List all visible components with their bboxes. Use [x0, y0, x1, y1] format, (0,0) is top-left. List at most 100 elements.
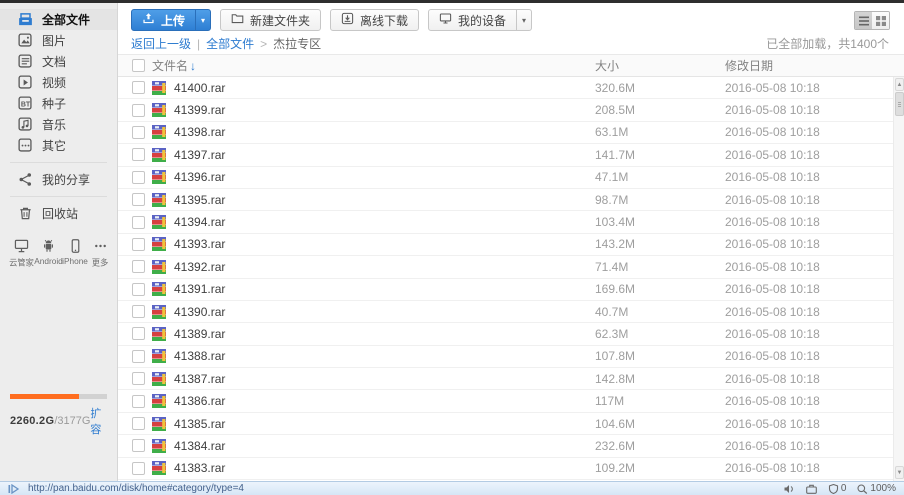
- expand-storage-link[interactable]: 扩容: [90, 405, 107, 437]
- table-row[interactable]: 41397.rar 141.7M 2016-05-08 10:18: [118, 144, 904, 166]
- my-devices-button[interactable]: 我的设备 ▾: [428, 9, 532, 31]
- row-checkbox[interactable]: [132, 81, 145, 94]
- other-icon: [17, 138, 33, 154]
- table-row[interactable]: 41394.rar 103.4M 2016-05-08 10:18: [118, 211, 904, 233]
- breadcrumb-back-link[interactable]: 返回上一级: [131, 35, 191, 52]
- table-row[interactable]: 41398.rar 63.1M 2016-05-08 10:18: [118, 122, 904, 144]
- table-row[interactable]: 41396.rar 47.1M 2016-05-08 10:18: [118, 167, 904, 189]
- download-box-button[interactable]: [806, 484, 817, 494]
- toolbar: 上传 ▾ 新建文件夹 离线下载: [118, 3, 904, 33]
- row-checkbox[interactable]: [132, 104, 145, 117]
- table-row[interactable]: 41385.rar 104.6M 2016-05-08 10:18: [118, 413, 904, 435]
- row-checkbox[interactable]: [132, 462, 145, 475]
- offline-download-button[interactable]: 离线下载: [330, 9, 419, 31]
- file-date: 2016-05-08 10:18: [725, 305, 820, 319]
- my-devices-dropdown-caret[interactable]: ▾: [516, 10, 531, 30]
- sound-button[interactable]: [784, 484, 795, 494]
- row-checkbox[interactable]: [132, 260, 145, 273]
- sidebar-item-other[interactable]: 其它: [0, 135, 117, 156]
- sidebar-item-recycle-bin[interactable]: 回收站: [0, 203, 117, 224]
- file-name-link[interactable]: 41383.rar: [174, 461, 225, 475]
- sidebar-item-documents[interactable]: 文档: [0, 51, 117, 72]
- table-row[interactable]: 41389.rar 62.3M 2016-05-08 10:18: [118, 323, 904, 345]
- file-name-link[interactable]: 41396.rar: [174, 170, 225, 184]
- list-view-button[interactable]: [855, 12, 872, 29]
- row-checkbox[interactable]: [132, 327, 145, 340]
- device-link-cloud-manager[interactable]: 云管家: [8, 238, 35, 269]
- file-name-link[interactable]: 41389.rar: [174, 327, 225, 341]
- column-header-name[interactable]: 文件名: [152, 57, 188, 74]
- table-row[interactable]: 41392.rar 71.4M 2016-05-08 10:18: [118, 256, 904, 278]
- row-checkbox[interactable]: [132, 171, 145, 184]
- table-row[interactable]: 41387.rar 142.8M 2016-05-08 10:18: [118, 368, 904, 390]
- scrollbar-thumb[interactable]: [895, 92, 904, 116]
- scroll-up-button[interactable]: ▲: [895, 78, 904, 91]
- sidebar-item-bt-seeds[interactable]: BT 种子: [0, 93, 117, 114]
- scroll-down-button[interactable]: ▼: [895, 466, 904, 479]
- shield-blocked-button[interactable]: 0: [828, 483, 847, 494]
- sidebar-item-images[interactable]: 图片: [0, 30, 117, 51]
- main-panel: 上传 ▾ 新建文件夹 离线下载: [118, 3, 904, 481]
- select-all-checkbox[interactable]: [132, 59, 145, 72]
- table-row[interactable]: 41399.rar 208.5M 2016-05-08 10:18: [118, 99, 904, 121]
- row-checkbox[interactable]: [132, 193, 145, 206]
- file-name-link[interactable]: 41399.rar: [174, 103, 225, 117]
- file-name-link[interactable]: 41388.rar: [174, 349, 225, 363]
- file-name-link[interactable]: 41384.rar: [174, 439, 225, 453]
- zoom-control[interactable]: 100%: [857, 483, 896, 494]
- grid-view-button[interactable]: [872, 12, 889, 29]
- table-row[interactable]: 41386.rar 117M 2016-05-08 10:18: [118, 390, 904, 412]
- row-checkbox[interactable]: [132, 372, 145, 385]
- row-checkbox[interactable]: [132, 350, 145, 363]
- sidebar-item-share[interactable]: 我的分享: [0, 169, 117, 190]
- row-checkbox[interactable]: [132, 126, 145, 139]
- file-name-link[interactable]: 41397.rar: [174, 148, 225, 162]
- rar-file-icon: [151, 304, 167, 320]
- file-name-link[interactable]: 41390.rar: [174, 305, 225, 319]
- row-checkbox[interactable]: [132, 417, 145, 430]
- file-size: 98.7M: [595, 193, 628, 207]
- table-row[interactable]: 41395.rar 98.7M 2016-05-08 10:18: [118, 189, 904, 211]
- row-checkbox[interactable]: [132, 238, 145, 251]
- upload-button[interactable]: 上传 ▾: [131, 9, 211, 31]
- file-name-link[interactable]: 41386.rar: [174, 394, 225, 408]
- table-row[interactable]: 41383.rar 109.2M 2016-05-08 10:18: [118, 458, 904, 480]
- table-row[interactable]: 41400.rar 320.6M 2016-05-08 10:18: [118, 77, 904, 99]
- file-name-link[interactable]: 41400.rar: [174, 81, 225, 95]
- file-name-link[interactable]: 41395.rar: [174, 193, 225, 207]
- file-name-link[interactable]: 41393.rar: [174, 237, 225, 251]
- sidebar-item-videos[interactable]: 视频: [0, 72, 117, 93]
- row-checkbox[interactable]: [132, 395, 145, 408]
- row-checkbox[interactable]: [132, 148, 145, 161]
- file-date: 2016-05-08 10:18: [725, 349, 820, 363]
- file-name-link[interactable]: 41394.rar: [174, 215, 225, 229]
- row-checkbox[interactable]: [132, 305, 145, 318]
- file-name-link[interactable]: 41391.rar: [174, 282, 225, 296]
- column-header-size: 大小: [595, 57, 619, 74]
- sidebar-item-all-files[interactable]: 全部文件: [0, 9, 117, 30]
- file-name-link[interactable]: 41392.rar: [174, 260, 225, 274]
- table-row[interactable]: 41384.rar 232.6M 2016-05-08 10:18: [118, 435, 904, 457]
- sidebar-item-music[interactable]: 音乐: [0, 114, 117, 135]
- new-folder-button[interactable]: 新建文件夹: [220, 9, 321, 31]
- row-checkbox[interactable]: [132, 216, 145, 229]
- rar-file-icon: [151, 348, 167, 364]
- table-row[interactable]: 41388.rar 107.8M 2016-05-08 10:18: [118, 346, 904, 368]
- sidebar-item-label: 文档: [42, 53, 66, 70]
- table-row[interactable]: 41390.rar 40.7M 2016-05-08 10:18: [118, 301, 904, 323]
- table-row[interactable]: 41391.rar 169.6M 2016-05-08 10:18: [118, 279, 904, 301]
- table-row[interactable]: 41393.rar 143.2M 2016-05-08 10:18: [118, 234, 904, 256]
- file-name-link[interactable]: 41387.rar: [174, 372, 225, 386]
- row-checkbox[interactable]: [132, 439, 145, 452]
- device-link-iphone[interactable]: iPhone: [62, 238, 89, 269]
- device-link-more[interactable]: 更多: [89, 238, 111, 269]
- list-scrollbar[interactable]: ▲ ▼: [893, 77, 904, 481]
- upload-dropdown-caret[interactable]: ▾: [195, 10, 210, 30]
- device-link-android[interactable]: Android: [35, 238, 62, 269]
- row-checkbox[interactable]: [132, 283, 145, 296]
- sort-desc-icon[interactable]: ↓: [190, 59, 196, 73]
- file-name-link[interactable]: 41385.rar: [174, 417, 225, 431]
- breadcrumb-root-link[interactable]: 全部文件: [206, 35, 254, 52]
- file-name-link[interactable]: 41398.rar: [174, 125, 225, 139]
- rar-file-icon: [151, 460, 167, 476]
